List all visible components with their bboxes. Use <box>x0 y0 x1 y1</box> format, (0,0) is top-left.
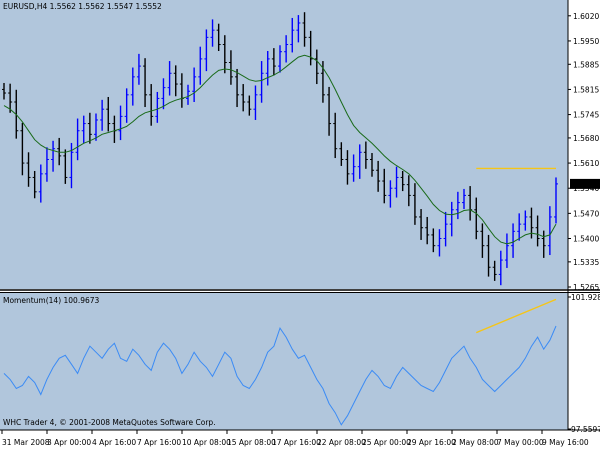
copyright-label: WHC Trader 4, © 2001-2008 MetaQuotes Sof… <box>3 418 216 427</box>
current-price-marker: 1.5552 <box>570 178 600 189</box>
time-tick-label: 29 Apr 16:00 <box>407 438 456 447</box>
current-price-label: 1.5552 <box>572 180 598 189</box>
time-tick-label: 17 Apr 16:00 <box>272 438 321 447</box>
time-tick-label: 10 Apr 08:00 <box>182 438 231 447</box>
time-tick-label: 7 Apr 16:00 <box>137 438 181 447</box>
price-tick-label: 1.6020 <box>573 12 599 21</box>
time-tick-label: 15 Apr 08:00 <box>227 438 276 447</box>
momentum-tick-label: 97.5597 <box>571 425 600 434</box>
chart-title: EURUSD,H4 1.5562 1.5562 1.5547 1.5552 <box>3 2 162 11</box>
chart-canvas[interactable]: 1.6020 1.5950 1.5885 1.5815 1.5745 1.5680 1.56… <box>0 0 600 450</box>
time-tick-label: 9 May 16:00 <box>542 438 589 447</box>
price-tick-label: 1.5400 <box>573 235 599 244</box>
time-tick-label: 22 Apr 08:00 <box>317 438 366 447</box>
price-tick-label: 1.5680 <box>573 134 599 143</box>
time-tick-label: 4 Apr 16:00 <box>92 438 136 447</box>
time-tick-label: 31 Mar 2008 <box>2 438 50 447</box>
indicator-title: Momentum(14) 100.9673 <box>3 296 100 305</box>
price-tick-label: 1.5885 <box>573 60 599 69</box>
time-tick-label: 3 Apr 00:00 <box>47 438 91 447</box>
time-axis-ticks: 31 Mar 20083 Apr 00:00 4 Apr 16:00 7 Apr 1… <box>1 430 589 447</box>
time-tick-label: 25 Apr 00:00 <box>362 438 411 447</box>
price-tick-label: 1.5745 <box>573 111 599 120</box>
momentum-tick-label: 101.9283 <box>571 293 600 302</box>
price-tick-label: 1.5950 <box>573 37 599 46</box>
price-tick-label: 1.5815 <box>573 85 599 94</box>
time-tick-label: 2 May 08:00 <box>452 438 499 447</box>
time-tick-label: 7 May 00:00 <box>497 438 544 447</box>
indicator-plot-background <box>0 293 568 430</box>
trading-chart-window: 1.6020 1.5950 1.5885 1.5815 1.5745 1.5680 1.56… <box>0 0 600 450</box>
price-tick-label: 1.5335 <box>573 258 599 267</box>
price-axis-ticks: 1.6020 1.5950 1.5885 1.5815 1.5745 1.5680 1.56… <box>568 12 600 434</box>
price-tick-label: 1.5610 <box>573 159 599 168</box>
price-tick-label: 1.5265 <box>573 283 599 292</box>
price-tick-label: 1.5470 <box>573 209 599 218</box>
